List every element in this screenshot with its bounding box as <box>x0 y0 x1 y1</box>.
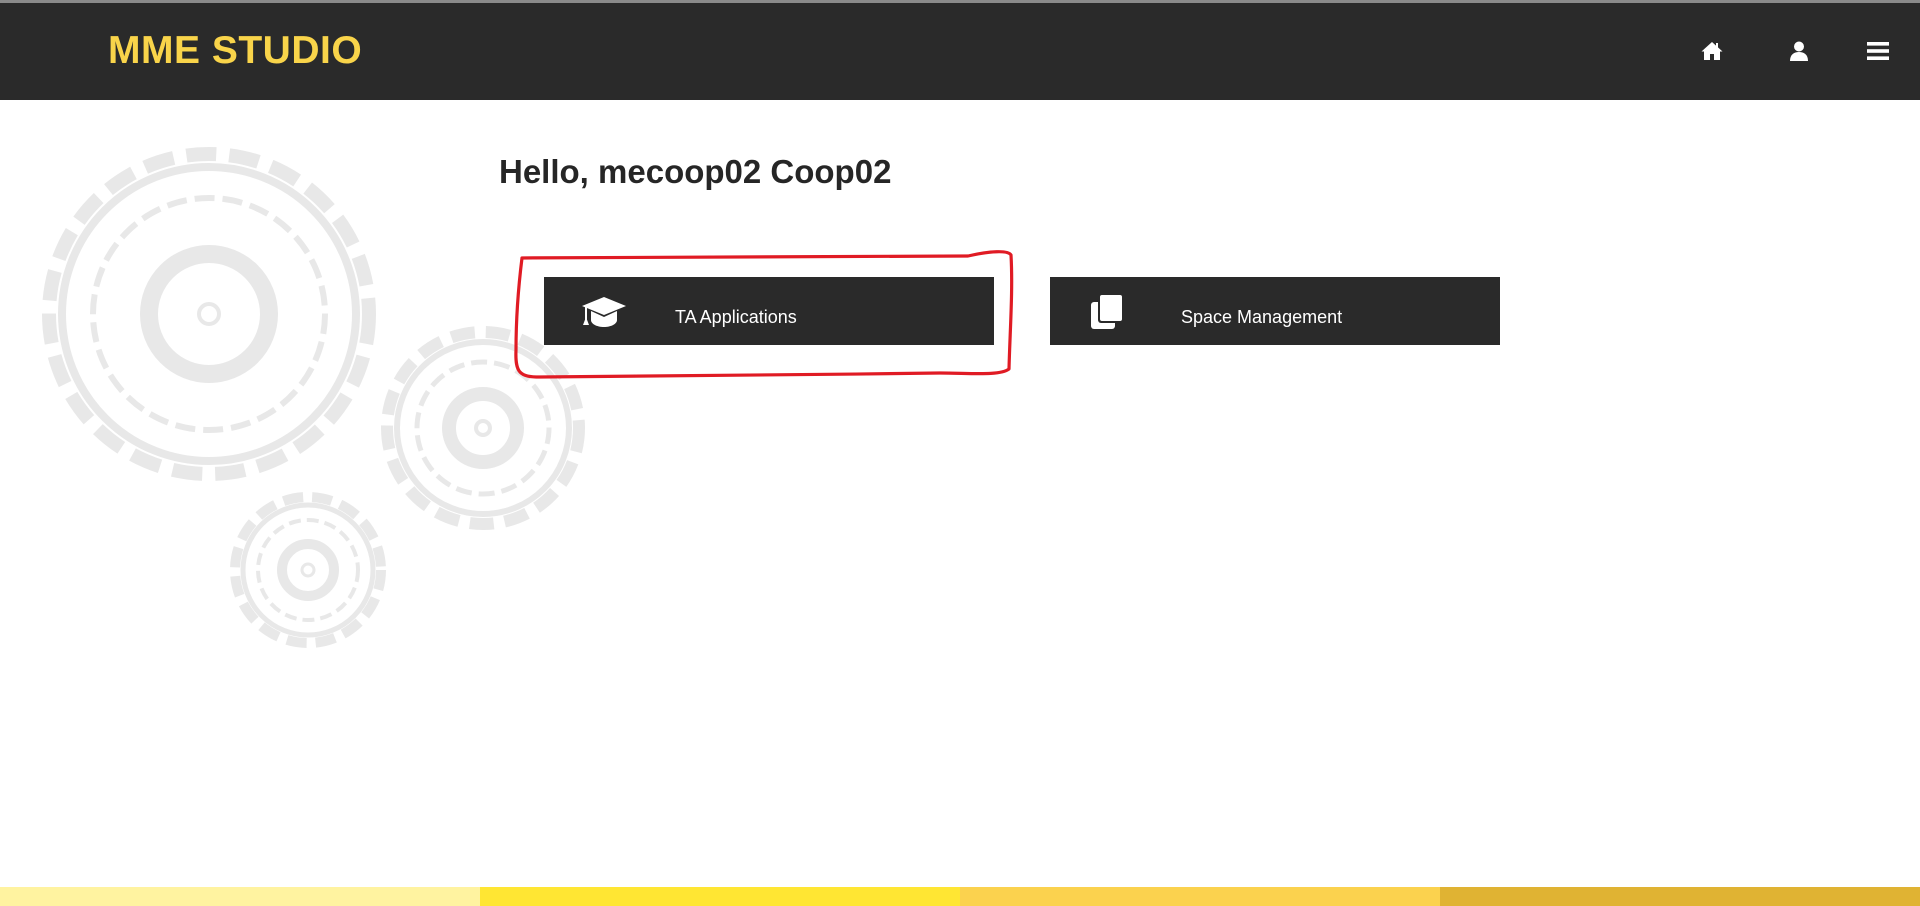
footer-segment-yellow <box>480 887 960 906</box>
footer-segment-amber <box>960 887 1440 906</box>
footer-color-bar <box>0 887 1920 906</box>
space-management-label: Space Management <box>1181 307 1343 327</box>
ta-applications-button[interactable]: TA Applications <box>544 277 994 345</box>
large-gear <box>42 147 376 481</box>
footer-segment-pale-yellow <box>0 887 480 906</box>
brand-logo[interactable]: MME STUDIO <box>108 27 362 75</box>
gears-background-illustration <box>42 147 585 648</box>
hamburger-menu-icon[interactable] <box>1866 39 1890 63</box>
greeting-heading: Hello, mecoop02 Coop02 <box>499 153 892 190</box>
medium-gear <box>381 326 585 530</box>
home-icon[interactable] <box>1700 39 1724 63</box>
top-navbar: MME STUDIO <box>0 3 1920 100</box>
copy-pages-icon <box>1086 291 1134 331</box>
ta-applications-label: TA Applications <box>675 307 797 327</box>
user-icon[interactable] <box>1787 39 1811 63</box>
footer-segment-gold <box>1440 887 1920 906</box>
graduation-cap-icon <box>580 291 628 331</box>
small-gear <box>230 492 386 648</box>
space-management-button[interactable]: Space Management <box>1050 277 1500 345</box>
